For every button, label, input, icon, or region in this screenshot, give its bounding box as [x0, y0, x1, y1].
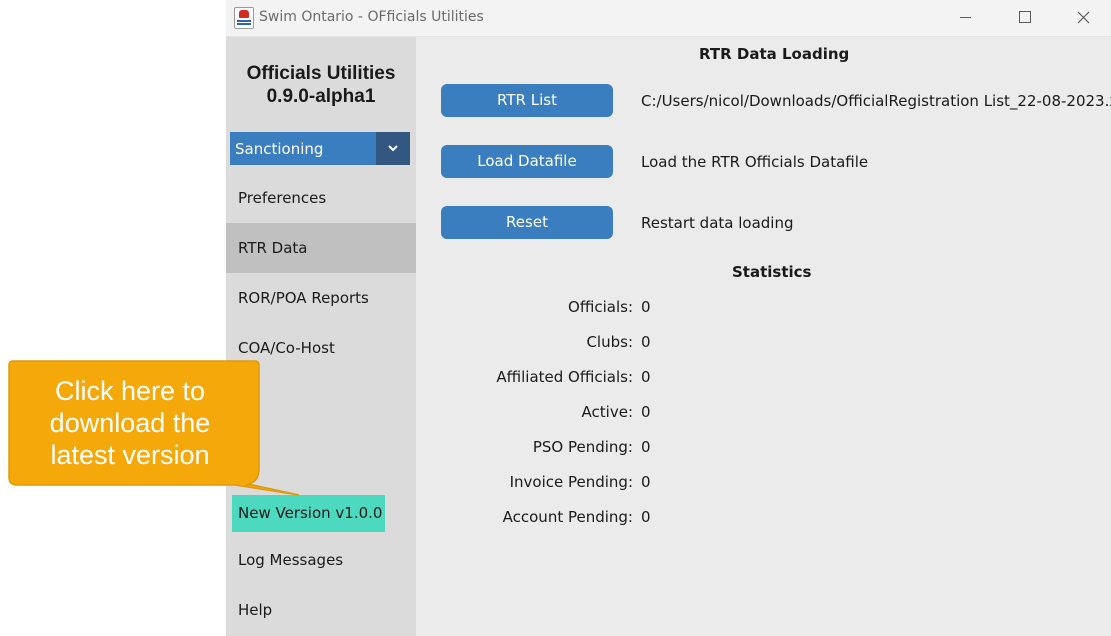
sidebar-item-help[interactable]: Help — [226, 585, 416, 635]
title-bar[interactable]: Swim Ontario - OFficials Utilities — [226, 0, 1111, 37]
callout-line: Click here to — [54, 376, 206, 406]
minimize-button[interactable] — [936, 0, 994, 36]
menu-dropdown[interactable]: Sanctioning — [230, 132, 410, 165]
reset-description: Restart data loading — [641, 214, 794, 232]
callout-text: Click here to download the latest versio… — [11, 375, 249, 471]
sidebar-item-label: Log Messages — [238, 551, 344, 569]
page-title: RTR Data Loading — [699, 45, 850, 63]
dropdown-arrow-button[interactable] — [376, 132, 410, 165]
app-window: Swim Ontario - OFficials Utilities Offic… — [226, 0, 1111, 636]
sidebar-item-log-messages[interactable]: Log Messages — [226, 535, 416, 585]
chevron-down-icon — [388, 145, 398, 152]
stat-value-account-pending: 0 — [641, 508, 651, 526]
sidebar: Officials Utilities 0.9.0-alpha1 Sanctio… — [226, 37, 416, 636]
callout-line: download the — [49, 408, 211, 438]
sidebar-item-label: RTR Data — [238, 239, 308, 257]
sidebar-item-label: COA/Co-Host — [238, 339, 335, 357]
stat-label-active: Active: — [581, 403, 633, 421]
stat-label-invoice-pending: Invoice Pending: — [509, 473, 633, 491]
stat-value-officials: 0 — [641, 298, 651, 316]
callout-line: latest version — [50, 440, 210, 470]
app-name: Officials Utilities 0.9.0-alpha1 — [226, 62, 416, 108]
stat-value-clubs: 0 — [641, 333, 651, 351]
load-datafile-description: Load the RTR Officials Datafile — [641, 153, 869, 171]
stat-label-officials: Officials: — [568, 298, 633, 316]
sidebar-item-label: Help — [238, 601, 273, 619]
stat-label-account-pending: Account Pending: — [502, 508, 633, 526]
close-icon — [1077, 11, 1090, 24]
rtr-list-path: C:/Users/nicol/Downloads/OfficialRegistr… — [641, 92, 1111, 110]
stat-value-affiliated-officials: 0 — [641, 368, 651, 386]
close-button[interactable] — [1054, 0, 1111, 36]
rtr-list-button[interactable]: RTR List — [441, 84, 613, 117]
main-panel: RTR Data Loading RTR List C:/Users/nicol… — [416, 37, 1111, 636]
app-version: 0.9.0-alpha1 — [266, 86, 376, 107]
app-name-title: Officials Utilities — [246, 63, 396, 84]
reset-button[interactable]: Reset — [441, 206, 613, 239]
stat-value-invoice-pending: 0 — [641, 473, 651, 491]
load-datafile-button[interactable]: Load Datafile — [441, 145, 613, 178]
callout-annotation: Click here to download the latest versio… — [3, 359, 300, 496]
stat-label-affiliated-officials: Affiliated Officials: — [496, 368, 633, 386]
window-title: Swim Ontario - OFficials Utilities — [259, 9, 484, 25]
stat-value-pso-pending: 0 — [641, 438, 651, 456]
maximize-button[interactable] — [995, 0, 1053, 36]
stat-value-active: 0 — [641, 403, 651, 421]
sidebar-item-preferences[interactable]: Preferences — [226, 173, 416, 223]
statistics-title: Statistics — [732, 263, 812, 281]
stat-label-pso-pending: PSO Pending: — [532, 438, 633, 456]
menu-dropdown-value: Sanctioning — [235, 140, 324, 158]
sidebar-item-label: ROR/POA Reports — [238, 289, 369, 307]
stat-label-clubs: Clubs: — [586, 333, 633, 351]
sidebar-item-ror-poa-reports[interactable]: ROR/POA Reports — [226, 273, 416, 323]
new-version-label: New Version v1.0.0 — [238, 504, 383, 522]
sidebar-item-label: Preferences — [238, 189, 327, 207]
swim-ontario-logo-icon — [234, 7, 254, 29]
new-version-button[interactable]: New Version v1.0.0 — [232, 495, 385, 532]
sidebar-item-rtr-data[interactable]: RTR Data — [226, 223, 416, 273]
